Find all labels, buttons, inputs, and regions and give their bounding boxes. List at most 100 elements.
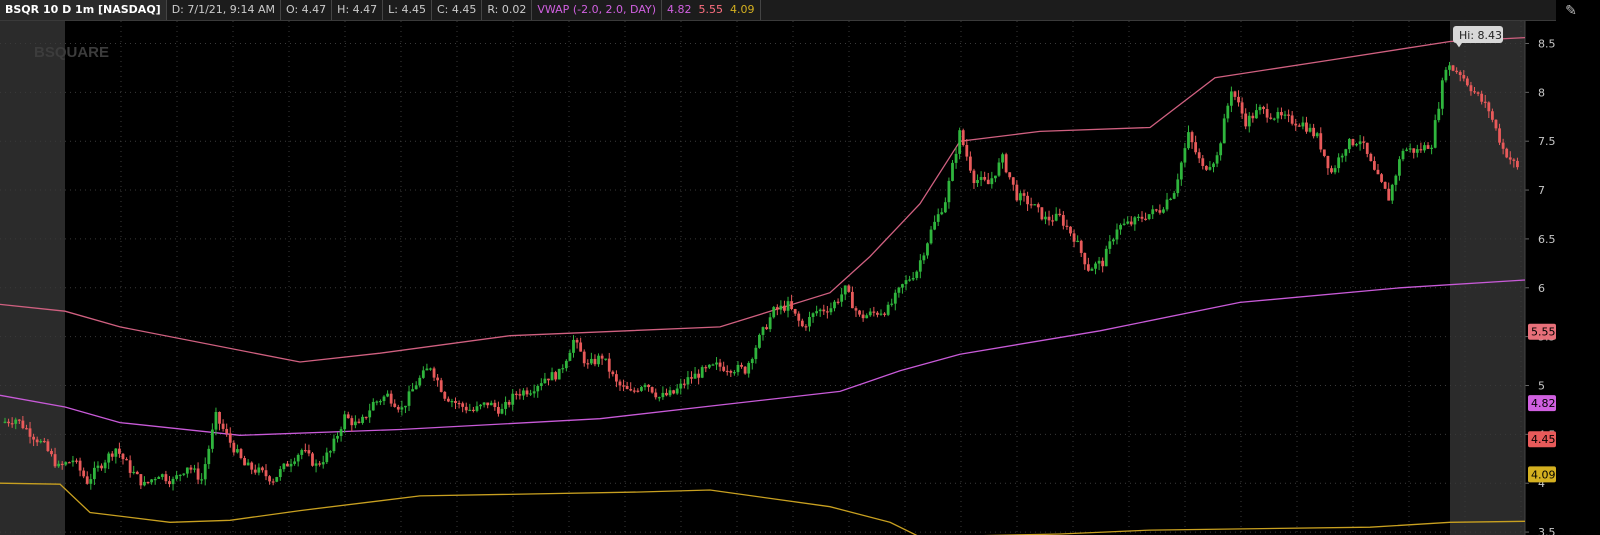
candle-body (207, 448, 211, 465)
date-readout: D: 7/1/21, 9:14 AM (167, 0, 281, 20)
candle-body (1305, 122, 1308, 132)
candle-body (833, 301, 836, 309)
candle-body (21, 420, 25, 429)
candle-body (1197, 152, 1201, 159)
candle-body (1405, 149, 1408, 151)
candle-body (511, 393, 515, 405)
candle-body (196, 468, 200, 480)
candle-body (840, 294, 844, 302)
candle-body (618, 381, 622, 386)
candle-body (1172, 193, 1176, 199)
candle-body (736, 364, 740, 373)
candle-body (1419, 149, 1423, 151)
candle-body (1029, 204, 1033, 206)
candle-body (1362, 141, 1366, 143)
candle-body (1269, 117, 1273, 119)
candle-body (253, 469, 257, 473)
candle-body (579, 342, 583, 352)
price-chart[interactable]: BSQUARE8.587.576.565.554.543.5Hi: 8.435.… (0, 21, 1600, 535)
candle-body (318, 463, 322, 465)
candle-body (1498, 128, 1501, 143)
candle-body (800, 320, 804, 327)
candle-body (82, 470, 86, 477)
candle-body (239, 449, 243, 459)
candle-body (654, 392, 658, 398)
candle-body (210, 429, 214, 449)
candle-body (92, 467, 96, 480)
candle-body (1394, 175, 1398, 185)
candle-body (321, 462, 325, 465)
candle-body (325, 452, 329, 463)
candle-body (1011, 177, 1015, 185)
candle-body (1369, 153, 1373, 162)
candle-body (582, 351, 586, 364)
candle-body (865, 315, 869, 319)
pin-icon[interactable]: ✎ (1562, 2, 1580, 20)
vwap-study-label[interactable]: VWAP (-2.0, 2.0, DAY) (532, 0, 663, 20)
postmarket-shade (1450, 21, 1525, 535)
candle-body (139, 474, 143, 486)
candle-body (525, 390, 529, 395)
candle-body (42, 440, 46, 443)
candle-body (543, 378, 547, 384)
candle-body (364, 416, 368, 419)
candle-body (193, 468, 196, 470)
candle-body (475, 406, 479, 411)
candle-body (668, 390, 672, 396)
candle-body (700, 367, 704, 378)
price-tag-label: 4.45 (1531, 433, 1556, 446)
candle-body (1426, 145, 1430, 149)
candle-body (14, 419, 18, 424)
candle-body (747, 363, 751, 374)
candle-body (915, 271, 919, 278)
candle-body (936, 214, 940, 222)
candle-body (128, 460, 132, 473)
candle-body (632, 390, 636, 392)
candle-body (271, 481, 275, 483)
candle-body (879, 313, 883, 315)
candle-body (1390, 184, 1394, 201)
symbol-label[interactable]: BSQR 10 D 1m [NASDAQ] (0, 0, 167, 20)
candle-body (829, 308, 833, 313)
candle-body (532, 391, 536, 394)
candle-body (1355, 144, 1358, 146)
open-readout: O: 4.47 (281, 0, 333, 20)
candle-body (257, 467, 261, 473)
candle-body (1455, 70, 1459, 73)
candle-body (861, 314, 865, 319)
candle-body (1083, 252, 1087, 265)
candle-body (1265, 109, 1269, 118)
candle-body (96, 465, 100, 468)
candle-body (1215, 155, 1219, 164)
watermark-logo: BSQUARE (34, 44, 109, 61)
candle-body (454, 401, 457, 403)
candle-body (876, 312, 879, 315)
candle-body (650, 387, 654, 393)
candle-body (1165, 199, 1169, 210)
axis-tick-label: 8.5 (1538, 37, 1556, 50)
candle-body (114, 448, 118, 457)
upper-band-line (0, 36, 1526, 363)
candle-body (1079, 240, 1083, 253)
candle-body (1433, 120, 1437, 148)
candle-body (897, 287, 901, 293)
candle-body (404, 405, 407, 408)
candle-body (189, 467, 193, 470)
candle-body (1054, 213, 1058, 221)
candle-body (1276, 112, 1280, 119)
candle-body (1036, 204, 1040, 208)
candle-body (1251, 115, 1255, 119)
candle-body (972, 170, 976, 184)
candle-body (732, 372, 736, 374)
candle-body (1129, 221, 1133, 225)
candle-body (883, 313, 886, 315)
candle-body (375, 401, 379, 403)
candle-body (954, 153, 958, 163)
candle-body (486, 402, 490, 406)
candle-body (246, 462, 250, 466)
candle-body (1190, 132, 1194, 143)
candle-body (958, 130, 962, 154)
candle-body (815, 311, 819, 314)
candle-body (436, 377, 440, 381)
candle-body (314, 463, 318, 466)
